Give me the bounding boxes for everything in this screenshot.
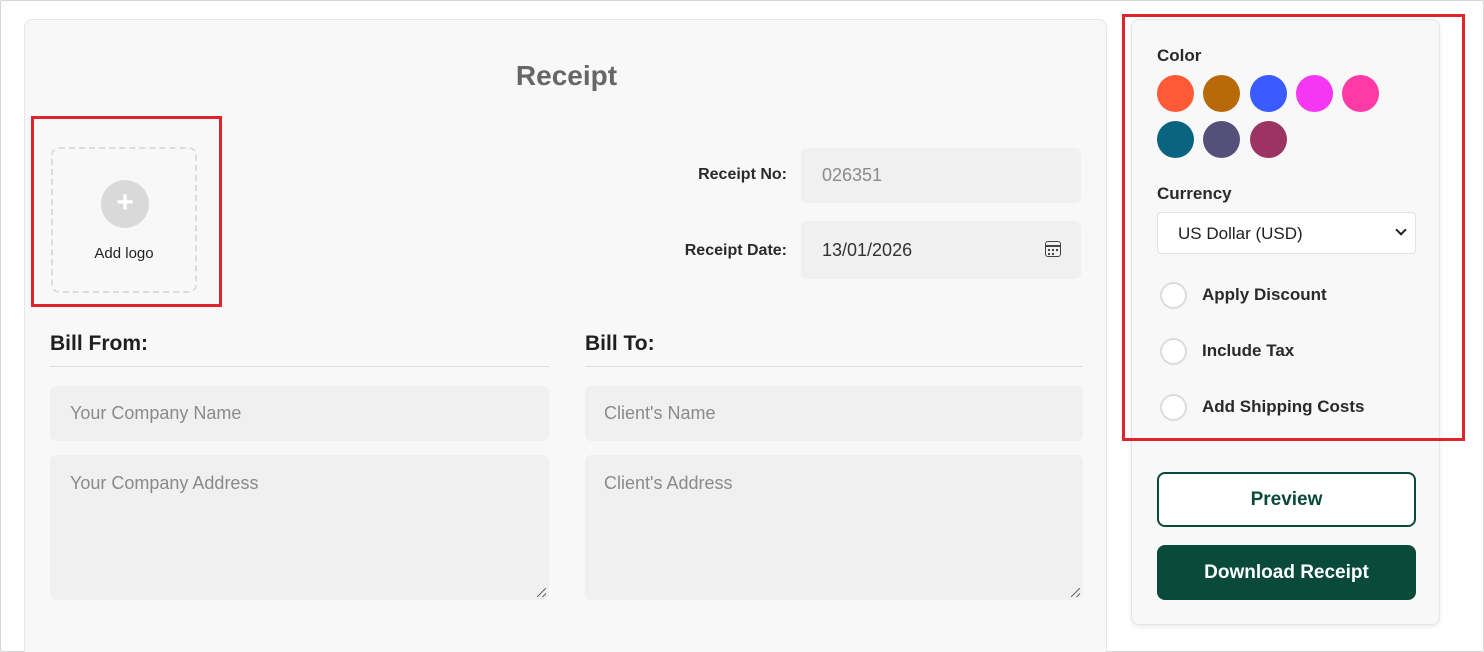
- resize-handle-icon[interactable]: [1071, 588, 1080, 597]
- client-address-textarea[interactable]: Client's Address: [585, 455, 1083, 600]
- bill-to-heading: Bill To:: [585, 332, 655, 355]
- company-address-placeholder: Your Company Address: [70, 473, 259, 493]
- preview-button[interactable]: Preview: [1157, 472, 1416, 527]
- bill-from-heading: Bill From:: [50, 332, 148, 355]
- download-receipt-button[interactable]: Download Receipt: [1157, 545, 1416, 600]
- company-address-textarea[interactable]: Your Company Address: [50, 455, 549, 600]
- receipt-date-label: Receipt Date:: [684, 242, 787, 259]
- receipt-date-input[interactable]: 13/01/2026: [801, 221, 1081, 279]
- client-address-placeholder: Client's Address: [604, 473, 733, 493]
- calendar-icon[interactable]: [1045, 241, 1061, 257]
- settings-highlight-box: [1122, 14, 1465, 441]
- resize-handle-icon[interactable]: [537, 588, 546, 597]
- bill-to-divider: [585, 366, 1083, 367]
- receipt-no-input[interactable]: 026351: [801, 148, 1081, 203]
- logo-highlight-box: [31, 116, 222, 307]
- receipt-editor: Receipt + Add logo Receipt No: 026351 Re…: [24, 19, 1107, 652]
- client-name-input[interactable]: Client's Name: [585, 386, 1083, 441]
- company-name-input[interactable]: Your Company Name: [50, 386, 549, 441]
- bill-from-divider: [50, 366, 549, 367]
- receipt-no-label: Receipt No:: [698, 166, 787, 183]
- page-title: Receipt: [515, 60, 618, 91]
- receipt-date-value: 13/01/2026: [822, 240, 913, 260]
